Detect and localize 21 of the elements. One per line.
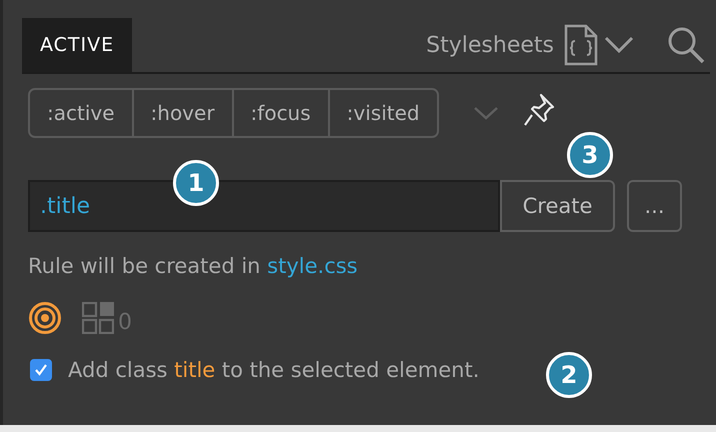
- css-file-icon[interactable]: [564, 24, 598, 66]
- stylesheets-label[interactable]: Stylesheets: [426, 32, 554, 58]
- create-button[interactable]: Create: [500, 180, 615, 232]
- callout-badge: 1: [173, 160, 219, 206]
- pseudo-state-toggle[interactable]: :visited: [328, 90, 437, 136]
- callout-badge: 3: [567, 132, 613, 178]
- add-class-checkbox[interactable]: [30, 359, 52, 381]
- pseudo-state-toggle[interactable]: :hover: [132, 90, 232, 136]
- grid-icon[interactable]: [82, 302, 114, 334]
- chevron-down-icon[interactable]: [604, 35, 634, 55]
- active-tab[interactable]: ACTIVE: [22, 18, 132, 72]
- more-button[interactable]: ...: [627, 180, 682, 232]
- rule-location-text: Rule will be created in style.css: [28, 254, 359, 278]
- pseudo-state-toggle[interactable]: :active: [30, 90, 132, 136]
- target-icon[interactable]: [28, 301, 62, 335]
- search-icon[interactable]: [666, 25, 706, 65]
- checkmark-icon: [33, 362, 49, 378]
- callout-badge: 2: [546, 352, 592, 398]
- pseudo-state-toggle[interactable]: :focus: [232, 90, 328, 136]
- pin-icon[interactable]: [522, 93, 555, 127]
- add-class-label: Add class title to the selected element.: [68, 358, 480, 382]
